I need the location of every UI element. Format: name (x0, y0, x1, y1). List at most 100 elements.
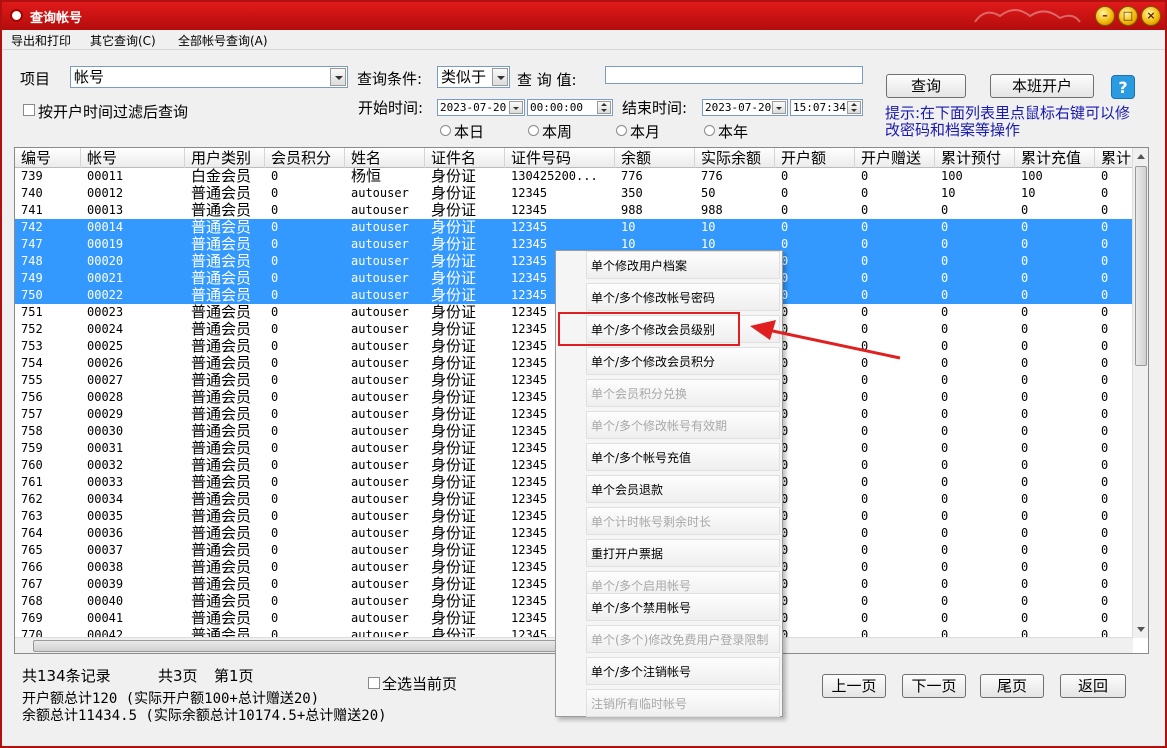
minimize-icon[interactable]: – (1095, 6, 1115, 26)
vertical-scrollbar[interactable] (1132, 148, 1148, 638)
column-header[interactable]: 累计 (1095, 148, 1133, 168)
chevron-down-icon[interactable] (772, 101, 786, 114)
context-menu-item[interactable]: 重打开户票据 (586, 539, 780, 567)
table-cell: 0 (941, 492, 949, 506)
chevron-down-icon[interactable] (330, 68, 346, 86)
radio-this-month[interactable] (616, 125, 627, 136)
column-header[interactable]: 证件号码 (505, 148, 615, 168)
table-cell: 0 (1021, 560, 1029, 574)
context-menu-item[interactable]: 单个/多个注销帐号 (586, 657, 780, 685)
table-cell: 0 (941, 577, 949, 591)
column-header[interactable]: 开户赠送 (855, 148, 935, 168)
maximize-icon[interactable]: □ (1118, 6, 1138, 26)
next-page-button[interactable]: 下一页 (902, 674, 966, 698)
table-cell: 身份证 (431, 287, 477, 304)
spinner-icon[interactable] (847, 101, 861, 114)
table-cell: 身份证 (431, 168, 477, 185)
spinner-icon[interactable] (597, 101, 611, 114)
table-cell: 身份证 (431, 440, 477, 457)
column-header[interactable]: 编号 (15, 148, 81, 168)
hint-text: 提示:在下面列表里点鼠标右键可以修 改密码和档案等操作 (885, 105, 1155, 139)
table-cell: 00030 (87, 424, 124, 438)
radio-this-year[interactable] (704, 125, 715, 136)
prev-page-button[interactable]: 上一页 (822, 674, 886, 698)
column-header[interactable]: 证件名 (425, 148, 505, 168)
radio-this-week[interactable] (528, 125, 539, 136)
filter-by-open-time-checkbox[interactable] (23, 104, 35, 116)
table-cell: 0 (861, 220, 869, 234)
start-time-spinner[interactable]: 00:00:00 (527, 99, 613, 116)
table-cell: autouser (351, 237, 409, 251)
query-value-input[interactable] (605, 66, 863, 84)
radio-today[interactable] (440, 125, 451, 136)
table-cell: 0 (941, 543, 949, 557)
table-cell: 0 (861, 169, 869, 183)
table-cell: autouser (351, 611, 409, 625)
menu-other-query[interactable]: 其它查询(C) (90, 32, 156, 49)
item-label: 项目 (20, 70, 51, 88)
table-cell: 0 (941, 526, 949, 540)
table-row[interactable]: 739 00011 白金会员 0 杨恒 身份证 130425200... 776 776 0 0 10… (15, 168, 1133, 185)
help-icon[interactable]: ? (1111, 75, 1135, 99)
back-button[interactable]: 返回 (1060, 674, 1126, 698)
last-page-button[interactable]: 尾页 (980, 674, 1044, 698)
radio-today-label: 本日 (454, 123, 485, 141)
title-bar[interactable]: 查询帐号 – □ × (2, 2, 1165, 30)
table-cell: autouser (351, 373, 409, 387)
table-cell: 0 (941, 254, 949, 268)
start-date-picker[interactable]: 2023-07-20 (437, 99, 525, 116)
table-cell: 0 (271, 186, 279, 200)
chevron-down-icon[interactable] (492, 68, 508, 86)
context-menu-item[interactable]: 单个会员退款 (586, 475, 780, 503)
open-account-this-shift-button[interactable]: 本班开户 (990, 74, 1094, 98)
column-header[interactable]: 帐号 (81, 148, 185, 168)
column-header[interactable]: 实际余额 (695, 148, 775, 168)
menu-export-print[interactable]: 导出和打印 (11, 32, 71, 49)
annotation-arrow-icon (750, 320, 901, 360)
table-cell: 00035 (87, 509, 124, 523)
scroll-up-icon[interactable] (1137, 154, 1145, 159)
table-row[interactable]: 740 00012 普通会员 0 autouser 身份证 12345 350 50 0 0 10 10… (15, 185, 1133, 202)
table-cell: 0 (941, 271, 949, 285)
scroll-down-icon[interactable] (1137, 627, 1145, 632)
table-cell: 760 (21, 458, 43, 472)
column-header[interactable]: 累计预付 (935, 148, 1015, 168)
table-cell: 0 (781, 543, 789, 557)
column-header[interactable]: 用户类别 (185, 148, 265, 168)
context-menu-item[interactable]: 单个/多个禁用帐号 (586, 593, 780, 621)
query-button[interactable]: 查询 (886, 74, 966, 98)
table-cell: 0 (1101, 373, 1109, 387)
close-icon[interactable]: × (1141, 6, 1161, 26)
table-cell: 0 (941, 441, 949, 455)
next-page-label: 下一页 (911, 677, 957, 695)
table-cell: 0 (781, 594, 789, 608)
column-header[interactable]: 累计充值 (1015, 148, 1095, 168)
column-header[interactable]: 开户额 (775, 148, 855, 168)
end-date-picker[interactable]: 2023-07-20 (702, 99, 788, 116)
chevron-down-icon[interactable] (509, 101, 523, 114)
table-row[interactable]: 741 00013 普通会员 0 autouser 身份证 12345 988 988 0 0 0 0 0 (15, 202, 1133, 219)
end-time-spinner[interactable]: 15:07:34 (790, 99, 863, 116)
scroll-thumb[interactable] (1135, 166, 1147, 366)
column-header[interactable]: 余额 (615, 148, 695, 168)
table-cell: 00023 (87, 305, 124, 319)
menu-all-accounts-query[interactable]: 全部帐号查询(A) (178, 32, 268, 49)
table-cell: 身份证 (431, 525, 477, 542)
table-cell: 00021 (87, 271, 124, 285)
table-cell: 00036 (87, 526, 124, 540)
column-header[interactable]: 姓名 (345, 148, 425, 168)
table-cell: 00011 (87, 169, 124, 183)
select-all-page-checkbox[interactable] (368, 677, 380, 689)
table-cell: 0 (271, 220, 279, 234)
context-menu-item[interactable]: 单个修改用户档案 (586, 251, 780, 279)
table-row[interactable]: 742 00014 普通会员 0 autouser 身份证 12345 10 10 0 0 0 0 0 (15, 219, 1133, 236)
column-header[interactable]: 会员积分 (265, 148, 345, 168)
context-menu-item[interactable]: 单个/多个修改帐号密码 (586, 283, 780, 311)
table-cell: 0 (1101, 594, 1109, 608)
item-select[interactable]: 帐号 (70, 66, 348, 88)
table-cell: autouser (351, 458, 409, 472)
table-cell: autouser (351, 560, 409, 574)
condition-select[interactable]: 类似于 (437, 66, 510, 88)
context-menu-item[interactable]: 单个/多个帐号充值 (586, 443, 780, 471)
table-cell: autouser (351, 424, 409, 438)
